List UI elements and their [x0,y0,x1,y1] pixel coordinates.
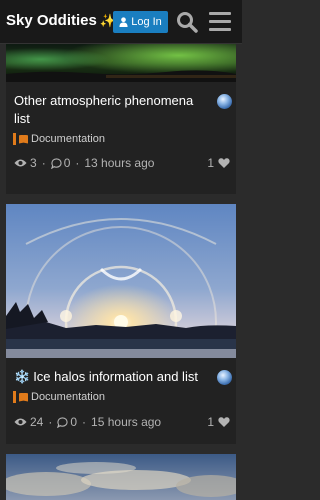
site-title[interactable]: Sky Oddities ✨ [6,12,116,29]
site-title-text[interactable]: Sky Oddities [6,12,97,29]
topic-thumbnail[interactable] [6,204,236,358]
category-label[interactable]: Documentation [31,391,105,403]
eye-icon [14,159,27,167]
site-header: Sky Oddities ✨ Log In [0,0,242,44]
login-button[interactable]: Log In [113,11,168,33]
category-badge[interactable]: Documentation [13,391,105,403]
aurora-image [6,44,236,82]
reply-icon [50,157,62,169]
likes-count: 1 [207,415,214,429]
category-label[interactable]: Documentation [31,133,105,145]
replies-count: 0 [70,415,78,429]
topic-title-text[interactable]: Other atmospheric phenomena list [14,93,193,126]
search-icon[interactable] [176,11,198,33]
heart-icon[interactable] [218,157,230,169]
category-color-bar [13,133,16,145]
login-label[interactable]: Log In [131,16,162,28]
topic-card[interactable]: Other atmospheric phenomena list Documen… [6,44,236,194]
topic-card[interactable] [6,454,236,500]
topic-thumbnail[interactable] [6,44,236,82]
topic-meta: 24 · 0 · 15 hours ago [14,415,161,429]
user-icon [119,17,128,27]
poster-avatar[interactable] [217,94,232,109]
activity-time[interactable]: 13 hours ago [84,156,154,170]
likes[interactable]: 1 [207,415,230,429]
topic-thumbnail[interactable] [6,454,236,500]
book-icon [19,392,28,402]
topic-title[interactable]: ❄️ Ice halos information and list [14,368,214,386]
views-count: 24 [30,415,44,429]
book-icon [19,134,28,144]
heart-icon[interactable] [218,416,230,428]
ice-halo-image [6,204,236,358]
snowflake-icon: ❄️ [14,369,31,384]
reply-icon [57,416,68,428]
topic-title-text[interactable]: Ice halos information and list [33,369,198,384]
likes-count: 1 [207,156,214,170]
sky-image [6,454,236,500]
topic-card[interactable]: ❄️ Ice halos information and list Documen… [6,204,236,444]
activity-time[interactable]: 15 hours ago [91,415,161,429]
topic-meta: 3 · 0 · 13 hours ago [14,156,154,170]
category-badge[interactable]: Documentation [13,133,105,145]
hamburger-menu-icon[interactable] [209,12,231,32]
replies-count: 0 [63,156,71,170]
eye-icon [14,418,27,426]
category-color-bar [13,391,16,403]
views-count: 3 [30,156,37,170]
likes[interactable]: 1 [207,156,230,170]
topic-title[interactable]: Other atmospheric phenomena list [14,92,209,128]
poster-avatar[interactable] [217,370,232,385]
